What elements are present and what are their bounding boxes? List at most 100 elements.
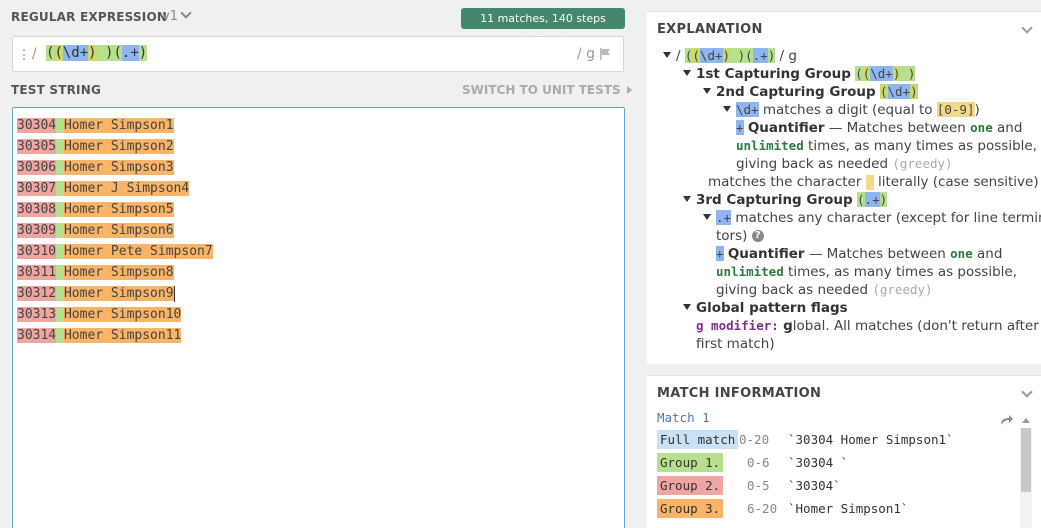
quantifier-greedy: (greedy) [872, 282, 933, 297]
match-group-2: 30305 [17, 139, 57, 154]
quantifier-times: times, as many times as possible, [788, 264, 1017, 280]
match-group-range: 0-5 [747, 478, 770, 493]
space-description: matches the character [708, 174, 862, 190]
regex-token [730, 48, 738, 63]
regex-token: ( [692, 48, 700, 63]
share-icon[interactable] [1000, 414, 1014, 426]
regex-token: ) [138, 45, 148, 61]
match-group-2: 30311 [17, 265, 57, 280]
regex-token: .+ [864, 192, 880, 207]
chevron-down-icon [180, 7, 192, 19]
regex-input[interactable]: / ((\d+) )(.+) / g [12, 36, 624, 72]
regex-token: ) [879, 192, 888, 207]
match-group-value: `30304` [788, 478, 841, 493]
explanation-quantifier-1-line2: unlimited times, as many times as possib… [736, 138, 1037, 154]
match-group-2: 30313 [17, 307, 57, 322]
match-space [56, 307, 64, 322]
regex-token: ( [857, 192, 865, 207]
quantifier-and: and [997, 120, 1023, 136]
explanation-group-1[interactable]: 1st Capturing Group ((\d+) ) [683, 66, 916, 82]
quantifier-token: + [716, 246, 724, 261]
quantifier-giving: giving back as needed [736, 156, 889, 172]
explanation-digit[interactable]: \d+ matches a digit (equal to [0-9]) [723, 102, 980, 118]
match-group-value: `Homer Simpson1` [788, 501, 909, 516]
match-space [56, 223, 64, 238]
dot-description-2: tors) [716, 228, 748, 244]
caret-down-icon[interactable] [703, 88, 711, 94]
quantifier-label: Quantifier [747, 120, 825, 136]
caret-down-icon[interactable] [683, 196, 691, 202]
caret-down-icon[interactable] [703, 214, 711, 220]
regex-token: \d+ [870, 66, 893, 81]
match-space [56, 139, 64, 154]
match-space [56, 265, 64, 280]
scroll-up-icon[interactable] [1022, 418, 1030, 423]
quantifier-one: one [950, 246, 973, 261]
digit-token: \d+ [736, 102, 759, 117]
scrollbar[interactable] [1020, 428, 1032, 528]
explanation-title: EXPLANATION [657, 22, 763, 37]
drag-grip-icon[interactable] [23, 49, 26, 60]
explanation-root[interactable]: / ((\d+) )(.+) / g [663, 48, 797, 64]
explanation-dot-line2: tors) ? [716, 228, 764, 244]
regex-section-title: REGULAR EXPRESSION [11, 10, 168, 24]
test-string-title: TEST STRING [11, 83, 102, 97]
help-icon[interactable]: ? [751, 230, 764, 242]
match-group-3: Homer J Simpson4 [63, 181, 190, 196]
test-string-line: 30308 Homer Simpson5 [17, 199, 213, 220]
regex-token: ) [907, 66, 916, 81]
quantifier-dash: — Matches between [828, 120, 966, 136]
explanation-panel: EXPLANATION / ((\d+) )(.+) / g 1st Captu… [647, 11, 1041, 364]
explanation-quantifier-2-line2: unlimited times, as many times as possib… [716, 264, 1017, 280]
match-group-3: Homer Simpson11 [63, 328, 182, 343]
quantifier-dash: — Matches between [808, 246, 946, 262]
regex-delimiter-open: / [32, 46, 37, 62]
digit-close: ) [974, 102, 980, 118]
test-string-editor[interactable]: 30304 Homer Simpson1 30305 Homer Simpson2… [12, 107, 625, 528]
caret-down-icon[interactable] [683, 304, 691, 310]
match-label: Match 1 [657, 410, 710, 425]
switch-label: SWITCH TO UNIT TESTS [462, 83, 621, 97]
match-group-3: Homer Simpson8 [63, 265, 174, 280]
explanation-quantifier-1-line3: giving back as needed (greedy) [736, 156, 953, 172]
flag-icon[interactable] [599, 48, 611, 60]
regex-token: ( [745, 48, 753, 63]
explanation-group-3[interactable]: 3rd Capturing Group (.+) [683, 192, 888, 208]
regex-expression[interactable]: ((\d+) )(.+) [46, 45, 148, 61]
match-space [56, 160, 64, 175]
caret-down-icon[interactable] [683, 70, 691, 76]
test-string-line: 30307 Homer J Simpson4 [17, 178, 213, 199]
chevron-down-icon[interactable] [1021, 22, 1033, 34]
scrollbar-thumb[interactable] [1021, 428, 1031, 492]
switch-to-unit-tests-button[interactable]: SWITCH TO UNIT TESTS [462, 83, 632, 97]
match-information-panel: MATCH INFORMATION Match 1 Full match 0-20… [647, 375, 1041, 528]
match-group-3: Homer Pete Simpson7 [63, 244, 213, 259]
match-space [56, 202, 64, 217]
quantifier-giving: giving back as needed [716, 282, 869, 298]
group-2-label: 2nd Capturing Group [716, 84, 876, 100]
regex-token: ( [855, 66, 863, 81]
explanation-dot[interactable]: .+ matches any character (except for lin… [703, 210, 1041, 226]
caret-down-icon[interactable] [663, 52, 671, 58]
explanation-g-modifier: g modifier: global. All matches (don't r… [696, 318, 1039, 334]
version-selector[interactable]: v1 [162, 7, 192, 24]
quantifier-greedy: (greedy) [892, 156, 953, 171]
explanation-space[interactable]: matches the character literally (case se… [708, 174, 1039, 190]
match-group-label: Full match [657, 430, 739, 449]
explanation-flags[interactable]: Global pattern flags [683, 300, 848, 316]
space-token [865, 174, 874, 190]
quantifier-times: times, as many times as possible, [808, 138, 1037, 154]
regex-flags[interactable]: / g [577, 46, 595, 62]
test-string-line: 30311 Homer Simpson8 [17, 262, 213, 283]
match-space [56, 118, 64, 133]
test-string-line: 30310 Homer Pete Simpson7 [17, 241, 213, 262]
explanation-group-2[interactable]: 2nd Capturing Group (\d+) [703, 84, 918, 100]
match-summary-badge: 11 matches, 140 steps (~2ms) [461, 8, 625, 46]
caret-down-icon[interactable] [723, 106, 731, 112]
quantifier-token: + [736, 120, 744, 135]
quantifier-and: and [977, 246, 1003, 262]
version-label: v1 [162, 9, 178, 24]
explanation-quantifier-2-line3: giving back as needed (greedy) [716, 282, 933, 298]
test-string-line: 30312 Homer Simpson9 [17, 283, 213, 304]
chevron-down-icon[interactable] [1021, 386, 1033, 398]
